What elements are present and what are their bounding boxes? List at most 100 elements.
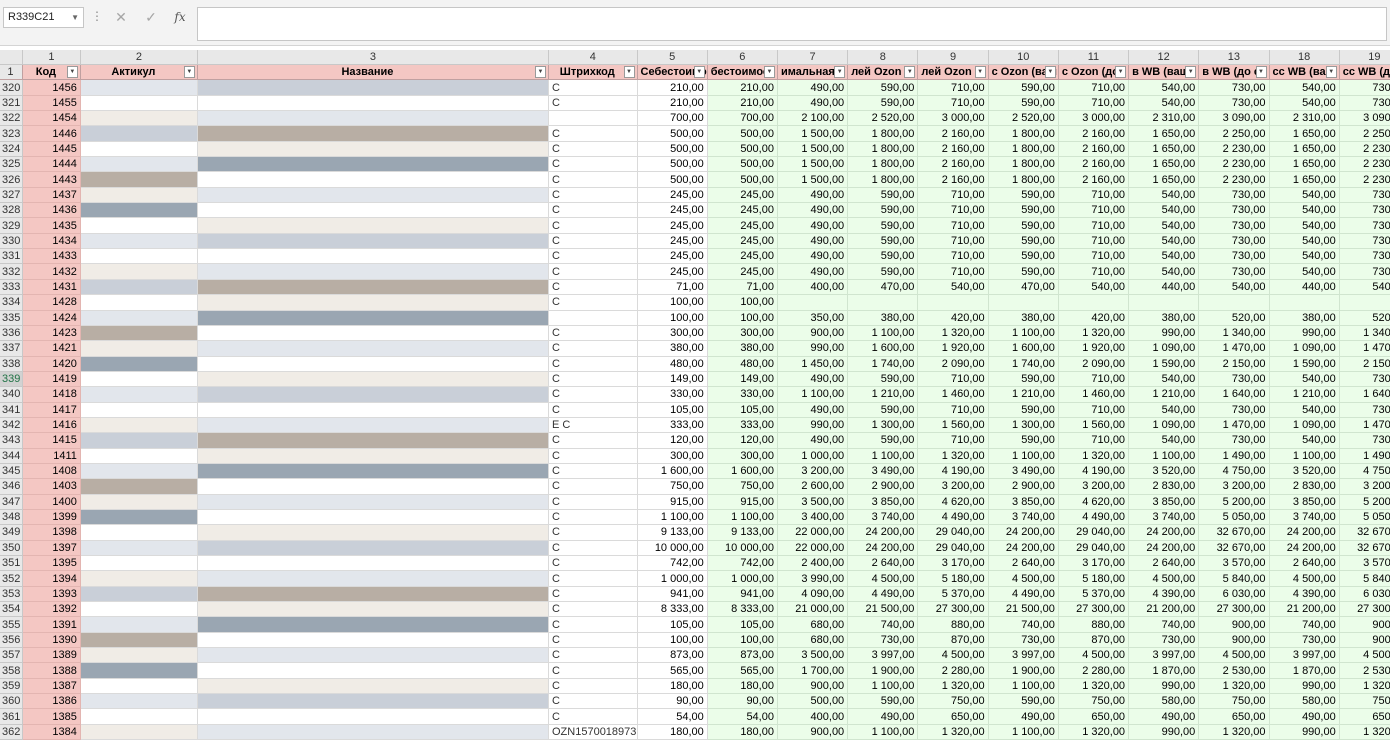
cell-barcode[interactable]: C [548, 325, 638, 342]
cell-barcode[interactable]: E C [548, 417, 638, 434]
cell-price[interactable]: 4 620,00 [1058, 494, 1130, 510]
cell-price[interactable]: 5 370,00 [917, 586, 989, 603]
cell-price[interactable]: 1 100,00 [988, 325, 1059, 342]
cell-price[interactable]: 730,00 [1339, 402, 1390, 418]
cell-price[interactable]: 2 100,00 [777, 110, 849, 127]
cell-price[interactable]: 3 500,00 [777, 494, 849, 510]
cell-cost[interactable]: 120,00 [637, 432, 708, 449]
cell-kod[interactable]: 1389 [22, 647, 81, 664]
cell-price[interactable]: 1 560,00 [917, 417, 989, 434]
cell-price[interactable]: 22 000,00 [777, 540, 849, 557]
cell-barcode[interactable] [548, 110, 638, 127]
cell-price[interactable]: 650,00 [1198, 708, 1270, 725]
cell-cost[interactable]: 500,00 [637, 171, 708, 188]
cell-cost[interactable]: 873,00 [637, 647, 708, 664]
cell-price[interactable]: 1 100,00 [988, 724, 1059, 740]
cell-price[interactable]: 4 090,00 [777, 586, 849, 603]
cell-price[interactable]: 1 900,00 [847, 662, 919, 679]
cell-price[interactable]: 1 900,00 [988, 662, 1059, 679]
cell-price[interactable]: 2 530,00 [1339, 662, 1390, 679]
cell-price[interactable]: 590,00 [988, 263, 1059, 280]
cell-article-redacted[interactable] [80, 187, 198, 204]
cell-price[interactable]: 710,00 [917, 263, 989, 280]
cell-name-redacted[interactable] [197, 171, 550, 188]
cell-price[interactable]: 540,00 [1269, 202, 1340, 219]
cell-price[interactable]: 71,00 [707, 279, 778, 296]
cell-barcode[interactable]: C [548, 509, 638, 526]
cell-price[interactable]: 3 170,00 [1058, 555, 1130, 572]
cell-price[interactable]: 29 040,00 [917, 540, 989, 557]
cell-price[interactable]: 4 390,00 [1269, 586, 1340, 603]
cell-price[interactable]: 3 200,00 [1198, 478, 1270, 495]
row-number[interactable]: 323 [0, 125, 23, 142]
cell-name-redacted[interactable] [197, 402, 550, 418]
cell-price[interactable]: 2 640,00 [988, 555, 1059, 572]
cell-price[interactable]: 540,00 [1128, 95, 1200, 112]
cell-name-redacted[interactable] [197, 478, 550, 495]
cell-price[interactable]: 3 990,00 [777, 570, 849, 587]
cell-price[interactable]: 420,00 [917, 310, 989, 326]
cell-price[interactable]: 730,00 [1198, 233, 1270, 250]
cell-price[interactable]: 490,00 [847, 708, 919, 725]
cancel-icon[interactable]: ✕ [110, 7, 132, 28]
cell-cost[interactable]: 480,00 [637, 356, 708, 372]
row-number[interactable]: 346 [0, 478, 23, 495]
cell-price[interactable]: 540,00 [1128, 402, 1200, 418]
cell-barcode[interactable]: C [548, 662, 638, 679]
cell-price[interactable]: 1 500,00 [777, 125, 849, 142]
cell-price[interactable]: 1 100,00 [707, 509, 778, 526]
cell-cost[interactable]: 500,00 [637, 141, 708, 158]
cell-price[interactable]: 2 160,00 [917, 125, 989, 142]
cell-price[interactable]: 2 090,00 [917, 356, 989, 372]
cell-price[interactable]: 730,00 [988, 632, 1059, 649]
cell-price[interactable]: 1 650,00 [1128, 171, 1200, 188]
cell-price[interactable]: 540,00 [1128, 187, 1200, 204]
cell-kod[interactable]: 1436 [22, 202, 81, 219]
cell-article-redacted[interactable] [80, 156, 198, 173]
cell-price[interactable]: 2 640,00 [1269, 555, 1340, 572]
cell-price[interactable]: 730,00 [1339, 217, 1390, 234]
cell-price[interactable]: 1 650,00 [1128, 156, 1200, 173]
cell-name-redacted[interactable] [197, 294, 550, 311]
cell-kod[interactable]: 1399 [22, 509, 81, 526]
cell-kod[interactable]: 1408 [22, 463, 81, 480]
cell-article-redacted[interactable] [80, 233, 198, 250]
cell-price[interactable]: 1 000,00 [777, 448, 849, 464]
cell-price[interactable]: 4 490,00 [847, 586, 919, 603]
cell-price[interactable]: 149,00 [707, 371, 778, 388]
cell-cost[interactable]: 700,00 [637, 110, 708, 127]
cell-name-redacted[interactable] [197, 662, 550, 679]
row-number[interactable]: 338 [0, 356, 23, 372]
cell-article-redacted[interactable] [80, 294, 198, 311]
cell-price[interactable]: 730,00 [1339, 202, 1390, 219]
cell-price[interactable]: 1 560,00 [1058, 417, 1130, 434]
column-number[interactable]: 2 [80, 50, 198, 65]
filter-dropdown-icon[interactable]: ▼ [1255, 66, 1267, 78]
row-number[interactable]: 345 [0, 463, 23, 480]
cell-price[interactable]: 27 300,00 [1339, 601, 1390, 618]
cell-name-redacted[interactable] [197, 540, 550, 557]
column-header[interactable]: в WB (ваша ▼ [1128, 64, 1200, 81]
cell-price[interactable]: 590,00 [988, 693, 1059, 710]
cell-cost[interactable]: 500,00 [637, 125, 708, 142]
cell-price[interactable]: 710,00 [917, 371, 989, 388]
cell-cost[interactable]: 180,00 [637, 724, 708, 740]
cell-price[interactable]: 590,00 [847, 79, 919, 96]
row-number[interactable]: 320 [0, 79, 23, 96]
cell-price[interactable] [917, 294, 989, 311]
cell-price[interactable]: 120,00 [707, 432, 778, 449]
cell-price[interactable]: 1 210,00 [988, 386, 1059, 403]
cell-barcode[interactable]: OZN1570018973,0 [548, 724, 638, 740]
cell-price[interactable]: 1 320,00 [917, 724, 989, 740]
cell-kod[interactable]: 1392 [22, 601, 81, 618]
cell-price[interactable]: 2 150,00 [1339, 356, 1390, 372]
cell-price[interactable]: 1 320,00 [1339, 724, 1390, 740]
cell-price[interactable]: 3 997,00 [1269, 647, 1340, 664]
cell-price[interactable] [847, 294, 919, 311]
cell-price[interactable]: 730,00 [1198, 432, 1270, 449]
cell-price[interactable]: 540,00 [1269, 233, 1340, 250]
cell-price[interactable]: 2 900,00 [988, 478, 1059, 495]
cell-price[interactable]: 6 030,00 [1198, 586, 1270, 603]
cell-price[interactable]: 730,00 [1198, 402, 1270, 418]
cell-price[interactable]: 440,00 [1269, 279, 1340, 296]
